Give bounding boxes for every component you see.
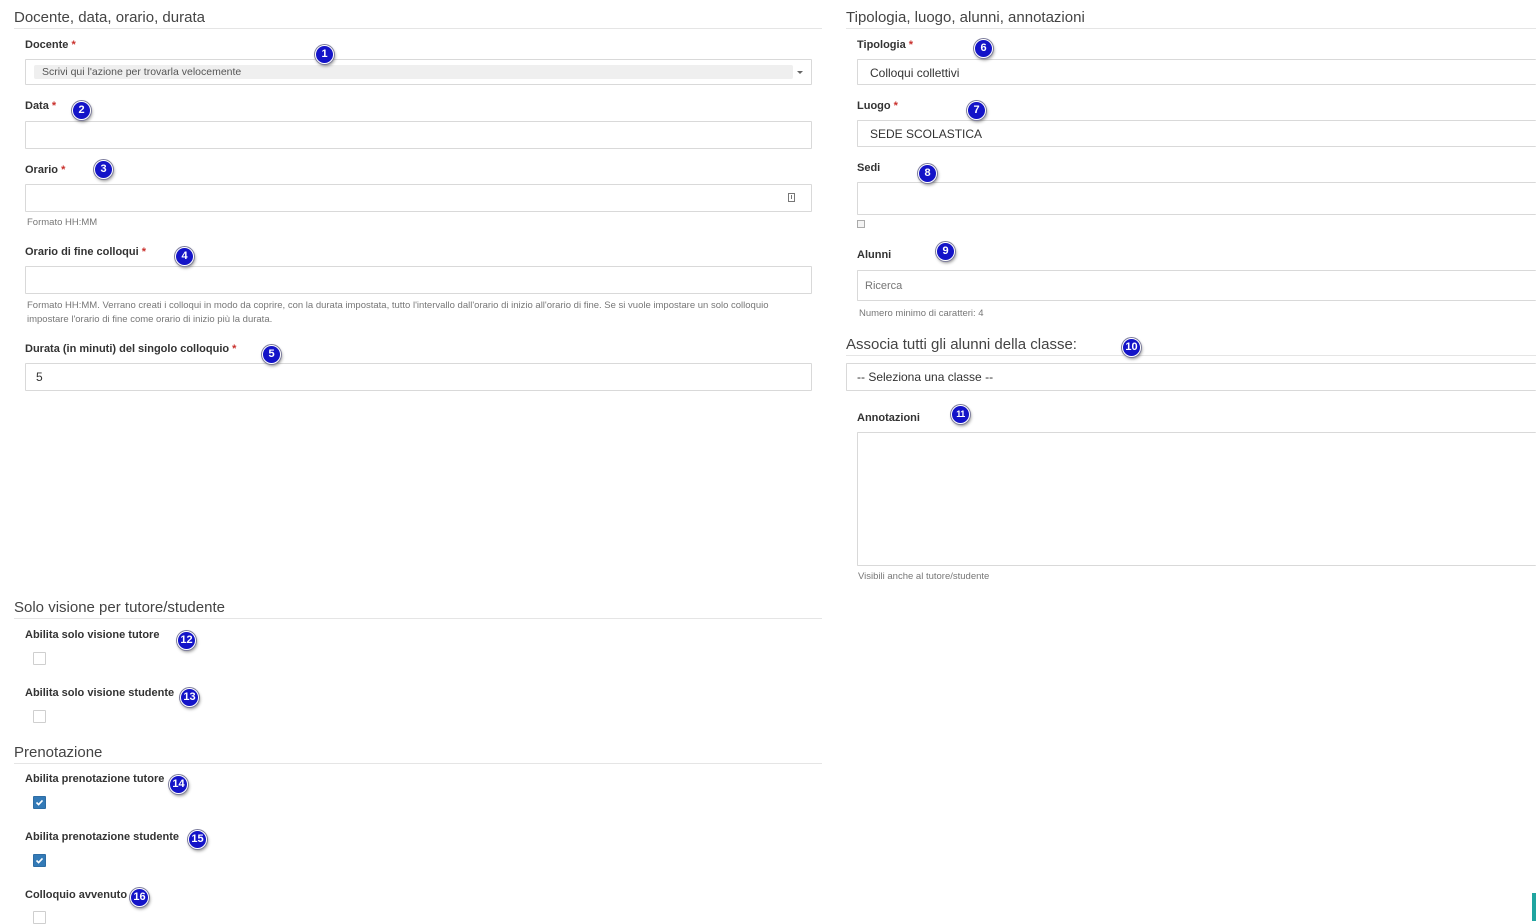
durata-label: Durata (in minuti) del singolo colloquio… bbox=[25, 343, 237, 355]
alunni-help: Numero minimo di caratteri: 4 bbox=[859, 308, 984, 319]
orario-input[interactable] bbox=[25, 184, 812, 212]
data-input[interactable] bbox=[25, 121, 812, 149]
orario-label: Orario * bbox=[25, 164, 66, 176]
prenotazione-tutore-label: Abilita prenotazione tutore bbox=[25, 773, 165, 785]
badge-9: 9 bbox=[936, 242, 955, 261]
data-label: Data * bbox=[25, 100, 57, 112]
annotazioni-label: Annotazioni bbox=[857, 412, 920, 424]
badge-6: 6 bbox=[974, 39, 993, 58]
alunni-label: Alunni bbox=[857, 249, 892, 261]
sedi-multiselect[interactable] bbox=[857, 182, 1536, 215]
scroll-edge-marker bbox=[1532, 893, 1536, 921]
solo-visione-studente-checkbox[interactable] bbox=[33, 710, 46, 723]
badge-16: 16 bbox=[130, 888, 149, 907]
annotazioni-help: Visibili anche al tutore/studente bbox=[858, 571, 990, 582]
badge-2: 2 bbox=[72, 101, 91, 120]
badge-5: 5 bbox=[262, 345, 281, 364]
check-icon bbox=[35, 857, 44, 864]
colloquio-avvenuto-label: Colloquio avvenuto bbox=[25, 889, 128, 901]
badge-13: 13 bbox=[180, 688, 199, 707]
badge-14: 14 bbox=[169, 775, 188, 794]
badge-10: 10 bbox=[1122, 338, 1141, 357]
badge-1: 1 bbox=[315, 45, 334, 64]
orario-fine-input[interactable] bbox=[25, 266, 812, 294]
durata-input[interactable] bbox=[25, 363, 812, 391]
orario-fine-label: Orario di fine colloqui * bbox=[25, 246, 147, 258]
docente-select-placeholder: Scrivi qui l'azione per trovarla velocem… bbox=[34, 65, 793, 79]
sedi-label: Sedi bbox=[857, 162, 881, 174]
luogo-select[interactable]: SEDE SCOLASTICA bbox=[857, 120, 1536, 147]
badge-3: 3 bbox=[94, 160, 113, 179]
section-title-docente: Docente, data, orario, durata bbox=[14, 9, 822, 29]
orario-help: Formato HH:MM bbox=[27, 217, 98, 228]
orario-fine-help: Formato HH:MM. Verrano creati i colloqui… bbox=[27, 300, 769, 325]
prenotazione-studente-label: Abilita prenotazione studente bbox=[25, 831, 180, 843]
colloquio-avvenuto-checkbox[interactable] bbox=[33, 911, 46, 924]
caret-down-icon bbox=[797, 71, 803, 74]
solo-visione-studente-label: Abilita solo visione studente bbox=[25, 687, 175, 699]
prenotazione-tutore-checkbox[interactable] bbox=[33, 796, 46, 809]
badge-15: 15 bbox=[188, 830, 207, 849]
check-icon bbox=[35, 799, 44, 806]
section-title-prenotazione: Prenotazione bbox=[14, 744, 822, 764]
solo-visione-tutore-checkbox[interactable] bbox=[33, 652, 46, 665]
badge-11: 11 bbox=[951, 405, 970, 424]
tipologia-select[interactable]: Colloqui collettivi bbox=[857, 59, 1536, 85]
docente-select[interactable]: Scrivi qui l'azione per trovarla velocem… bbox=[25, 59, 812, 85]
badge-4: 4 bbox=[175, 247, 194, 266]
section-title-solo-visione: Solo visione per tutore/studente bbox=[14, 599, 822, 619]
prenotazione-studente-checkbox[interactable] bbox=[33, 854, 46, 867]
sedi-toggle-checkbox[interactable] bbox=[857, 220, 865, 228]
classe-select[interactable]: -- Seleziona una classe -- bbox=[846, 363, 1536, 391]
alunni-search-input[interactable] bbox=[857, 270, 1536, 301]
badge-7: 7 bbox=[967, 101, 986, 120]
docente-label: Docente * bbox=[25, 39, 76, 51]
section-title-tipologia: Tipologia, luogo, alunni, annotazioni bbox=[846, 9, 1536, 29]
tipologia-label: Tipologia * bbox=[857, 39, 914, 51]
badge-8: 8 bbox=[918, 164, 937, 183]
solo-visione-tutore-label: Abilita solo visione tutore bbox=[25, 629, 160, 641]
clock-icon[interactable] bbox=[788, 193, 795, 202]
badge-12: 12 bbox=[177, 631, 196, 650]
luogo-label: Luogo * bbox=[857, 100, 898, 112]
section-title-associa: Associa tutti gli alunni della classe: bbox=[846, 336, 1536, 356]
annotazioni-textarea[interactable] bbox=[857, 432, 1536, 566]
